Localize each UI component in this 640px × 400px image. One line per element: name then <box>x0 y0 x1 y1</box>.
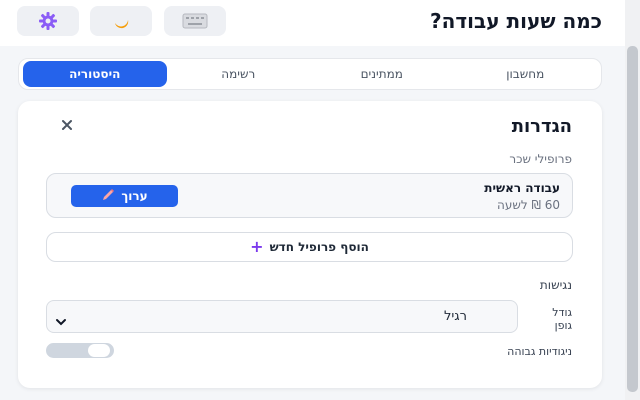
salary-profiles-label: פרופילי שכר <box>509 152 572 166</box>
dark-mode-button[interactable] <box>90 6 152 36</box>
font-size-value: רגיל <box>444 309 467 324</box>
app-header: כמה שעות עבודה? <box>0 0 640 46</box>
high-contrast-toggle[interactable] <box>46 343 114 358</box>
settings-button[interactable] <box>17 6 79 36</box>
plus-icon: + <box>250 237 264 256</box>
keyboard-button[interactable] <box>164 6 226 36</box>
add-profile-label: הוסף פרופיל חדש <box>269 240 369 254</box>
tab-history[interactable]: היסטוריה <box>23 61 167 87</box>
high-contrast-label: ניגודיות גבוהה <box>507 345 572 358</box>
font-size-select[interactable]: רגיל <box>46 300 518 333</box>
toggle-knob <box>88 344 110 357</box>
profile-name: עבודה ראשית <box>484 181 560 195</box>
edit-profile-button[interactable]: ערוך <box>71 185 178 207</box>
tab-calculator[interactable]: מחשבון <box>454 61 598 87</box>
app-title: כמה שעות עבודה? <box>430 9 602 33</box>
add-profile-button[interactable]: הוסף פרופיל חדש + <box>46 232 573 262</box>
pencil-icon <box>101 188 115 205</box>
settings-panel: הגדרות פרופילי שכר עבודה ראשית 60 ₪ לשעה… <box>18 101 602 388</box>
keyboard-icon <box>182 13 208 29</box>
gear-icon <box>38 11 58 31</box>
close-icon[interactable] <box>58 116 76 134</box>
accessibility-label: נגישות <box>539 278 572 292</box>
tab-pending[interactable]: ממתינים <box>310 61 454 87</box>
settings-title: הגדרות <box>511 116 572 137</box>
moon-icon <box>111 11 131 31</box>
tab-list[interactable]: רשימה <box>167 61 311 87</box>
scrollbar-thumb[interactable] <box>627 46 638 392</box>
edit-label: ערוך <box>121 189 148 203</box>
tab-bar: מחשבון ממתינים רשימה היסטוריה <box>18 58 602 90</box>
profile-card: עבודה ראשית 60 ₪ לשעה ערוך <box>46 173 573 218</box>
profile-rate: 60 ₪ לשעה <box>497 198 560 212</box>
chevron-down-icon <box>55 312 67 331</box>
font-size-label: גודל גופן <box>552 306 572 332</box>
